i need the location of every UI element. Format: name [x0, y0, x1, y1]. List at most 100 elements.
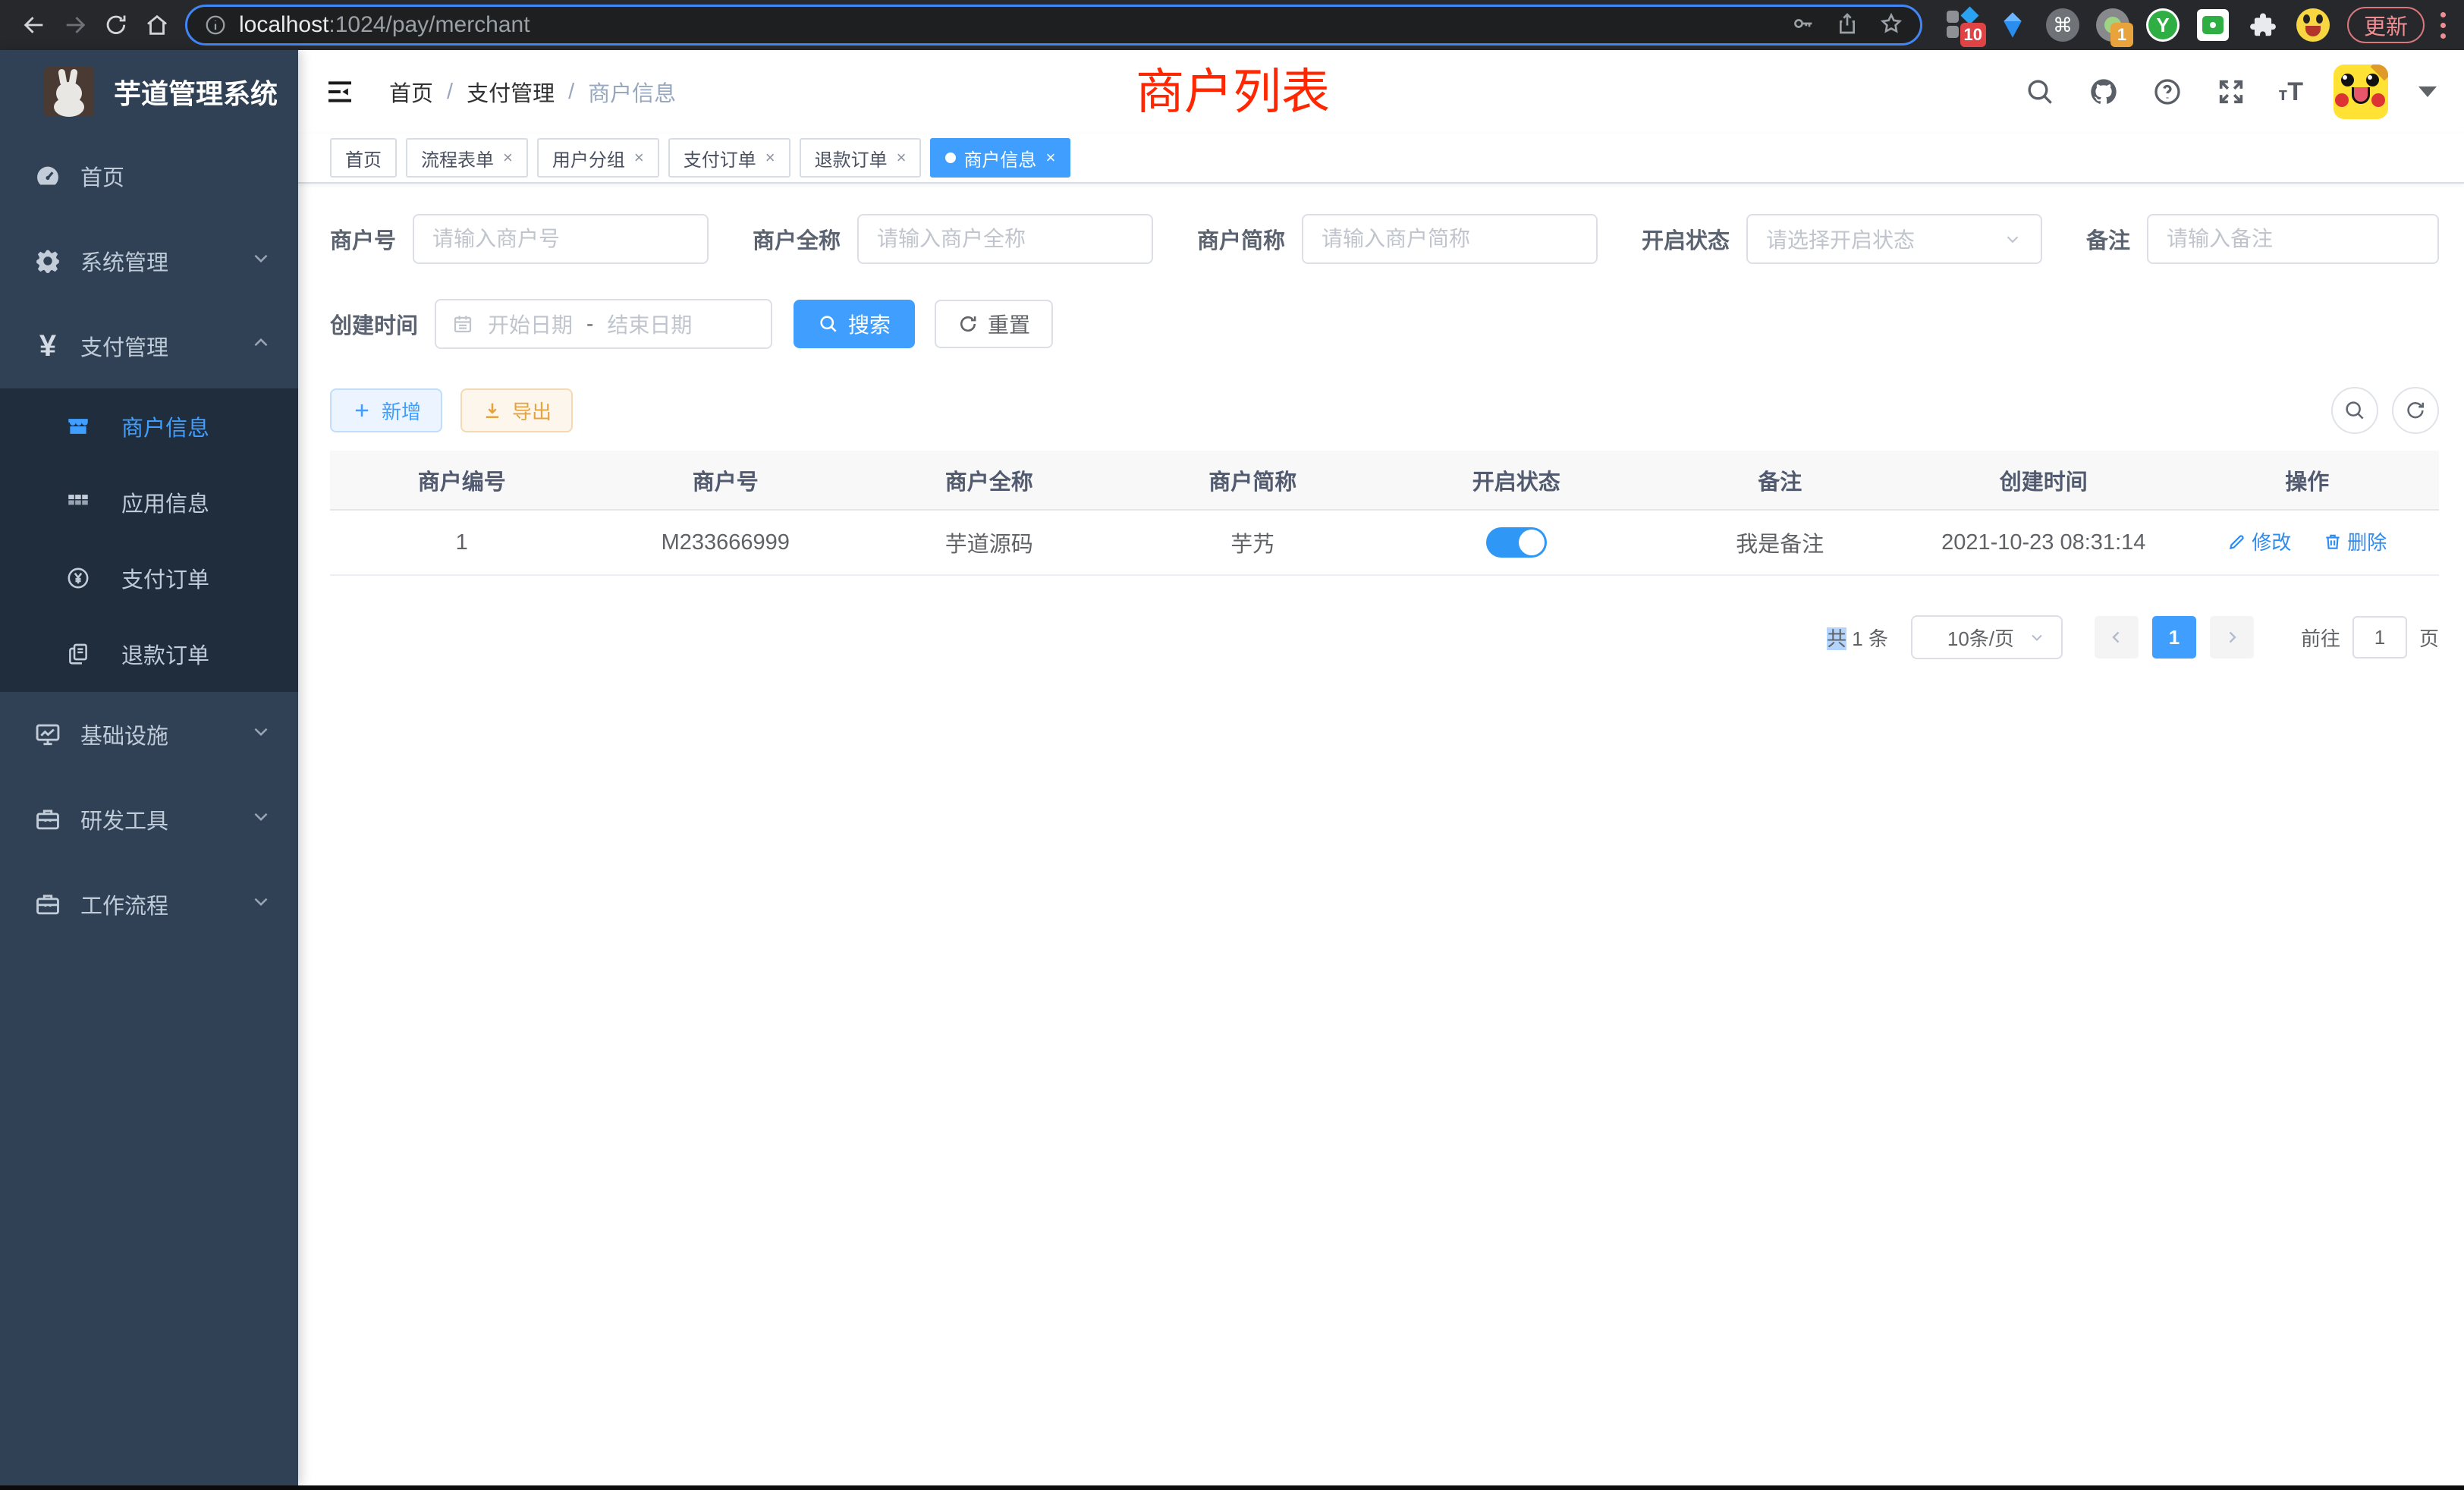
content: 商户号 商户全称 商户简称 开启状态 请选择开启状态 [298, 184, 2464, 1485]
edit-link[interactable]: 修改 [2227, 527, 2291, 555]
gear-icon [32, 245, 64, 277]
chevron-left-icon [2107, 628, 2126, 646]
sidebar-logo[interactable]: 芋道管理系统 [0, 50, 298, 134]
browser-reload-icon[interactable] [96, 5, 137, 46]
browser-back-icon[interactable] [14, 5, 55, 46]
sidebar-item-workflow[interactable]: 工作流程 [0, 862, 298, 947]
annotation-merchant-list: 商户列表 [1136, 53, 1330, 123]
active-dot [945, 152, 956, 163]
status-label: 开启状态 [1642, 223, 1730, 255]
date-range-picker[interactable]: 开始日期 - 结束日期 [435, 299, 772, 349]
header-search-icon[interactable] [2023, 75, 2057, 108]
gem-extension-icon[interactable] [1995, 8, 2030, 42]
tab-user-group[interactable]: 用户分组× [537, 138, 659, 178]
documents-icon [62, 638, 94, 670]
browser-update-button[interactable]: 更新 [2347, 7, 2425, 43]
browser-forward-icon[interactable] [55, 5, 96, 46]
reset-button[interactable]: 重置 [935, 300, 1053, 348]
extensions-row: 10 ⌘ 1 Y [1945, 8, 2330, 42]
col-actions: 操作 [2176, 451, 2440, 510]
sidebar-toggle-icon[interactable] [321, 73, 359, 111]
font-size-icon[interactable]: тT [2278, 77, 2303, 107]
password-key-icon[interactable] [1791, 11, 1815, 39]
sidebar-item-label: 应用信息 [121, 486, 271, 518]
avatar-caret-icon[interactable] [2418, 86, 2437, 97]
browser-home-icon[interactable] [137, 5, 178, 46]
pagination: 共 1 条 10条/页 1 前往 页 [330, 615, 2439, 659]
merchant-name-input[interactable] [857, 214, 1153, 264]
export-button[interactable]: 导出 [460, 388, 573, 432]
close-icon[interactable]: × [1045, 148, 1055, 168]
status-toggle[interactable] [1486, 527, 1547, 558]
share-icon[interactable] [1835, 11, 1859, 39]
screen-bottom-edge [0, 1485, 2464, 1490]
chevron-down-icon [251, 806, 271, 832]
tab-payment-order[interactable]: 支付订单× [668, 138, 790, 178]
github-icon[interactable] [2087, 75, 2120, 108]
status-select[interactable]: 请选择开启状态 [1746, 214, 2042, 264]
tab-home[interactable]: 首页 [330, 138, 397, 178]
chevron-right-icon [2223, 628, 2241, 646]
help-icon[interactable] [2151, 75, 2184, 108]
browser-menu-icon[interactable] [2435, 8, 2450, 42]
url-bar[interactable]: localhost:1024/pay/merchant [185, 5, 1922, 46]
fullscreen-icon[interactable] [2214, 75, 2248, 108]
sidebar-item-system-management[interactable]: 系统管理 [0, 218, 298, 303]
tab-manager-extension-icon[interactable]: 10 [1945, 8, 1980, 42]
pagination-total: 共 1 条 [1827, 624, 1888, 652]
extensions-puzzle-icon[interactable] [2246, 8, 2280, 42]
refresh-table-button[interactable] [2392, 387, 2439, 434]
filter-row-2: 创建时间 开始日期 - 结束日期 搜索 重置 [330, 299, 2439, 349]
monitor-icon [32, 718, 64, 750]
avatar[interactable] [2334, 64, 2388, 119]
sidebar-item-refund-order[interactable]: 退款订单 [0, 616, 298, 692]
page-size-select[interactable]: 10条/页 [1911, 615, 2063, 659]
chevron-down-icon [2003, 229, 2022, 249]
goto-page-input[interactable] [2352, 616, 2407, 659]
emoji-extension-icon[interactable] [2296, 8, 2330, 42]
app-header: 首页 / 支付管理 / 商户信息 [298, 50, 2464, 134]
logo-rabbit-image [44, 67, 94, 117]
add-button[interactable]: 新增 [330, 388, 442, 432]
store-icon [62, 410, 94, 442]
tab-merchant-info[interactable]: 商户信息× [930, 138, 1070, 178]
url-text: localhost:1024/pay/merchant [239, 12, 1791, 38]
search-button[interactable]: 搜索 [794, 300, 915, 348]
sidebar-item-app-info[interactable]: 应用信息 [0, 464, 298, 540]
tab-process-form[interactable]: 流程表单× [406, 138, 528, 178]
bookmark-star-icon[interactable] [1879, 11, 1903, 39]
sidebar-item-payment-management[interactable]: ¥ 支付管理 [0, 303, 298, 388]
page-number-current[interactable]: 1 [2152, 616, 2196, 659]
sidebar-item-label: 支付订单 [121, 562, 271, 594]
remark-input[interactable] [2147, 214, 2439, 264]
breadcrumb-payment[interactable]: 支付管理 [467, 76, 555, 108]
sidebar-item-merchant-info[interactable]: 商户信息 [0, 388, 298, 464]
tab-refund-order[interactable]: 退款订单× [800, 138, 922, 178]
sidebar-item-infrastructure[interactable]: 基础设施 [0, 692, 298, 777]
merchant-no-input[interactable] [413, 214, 709, 264]
delete-link[interactable]: 删除 [2323, 527, 2387, 555]
yen-circle-icon [62, 562, 94, 594]
close-icon[interactable]: × [503, 148, 513, 168]
chat-extension-icon[interactable] [2195, 8, 2230, 42]
sidebar-item-payment-order[interactable]: 支付订单 [0, 540, 298, 616]
screen: localhost:1024/pay/merchant 10 [0, 0, 2464, 1490]
chevron-down-icon [251, 721, 271, 747]
close-icon[interactable]: × [897, 148, 907, 168]
sidebar-item-dev-tools[interactable]: 研发工具 [0, 777, 298, 862]
proxy-extension-icon[interactable]: 1 [2095, 8, 2130, 42]
breadcrumb-home[interactable]: 首页 [389, 76, 433, 108]
command-extension-icon[interactable]: ⌘ [2045, 8, 2080, 42]
next-page-button[interactable] [2210, 616, 2254, 659]
toggle-search-button[interactable] [2331, 387, 2378, 434]
close-icon[interactable]: × [634, 148, 644, 168]
sidebar-item-label: 退款订单 [121, 638, 271, 670]
sidebar-item-home[interactable]: 首页 [0, 134, 298, 218]
y-extension-icon[interactable]: Y [2145, 8, 2180, 42]
close-icon[interactable]: × [765, 148, 775, 168]
merchant-table: 商户编号 商户号 商户全称 商户简称 开启状态 备注 创建时间 操作 1 [330, 451, 2439, 576]
site-info-icon[interactable] [204, 14, 227, 36]
col-remark: 备注 [1648, 451, 1912, 510]
prev-page-button[interactable] [2095, 616, 2139, 659]
merchant-short-input[interactable] [1302, 214, 1598, 264]
